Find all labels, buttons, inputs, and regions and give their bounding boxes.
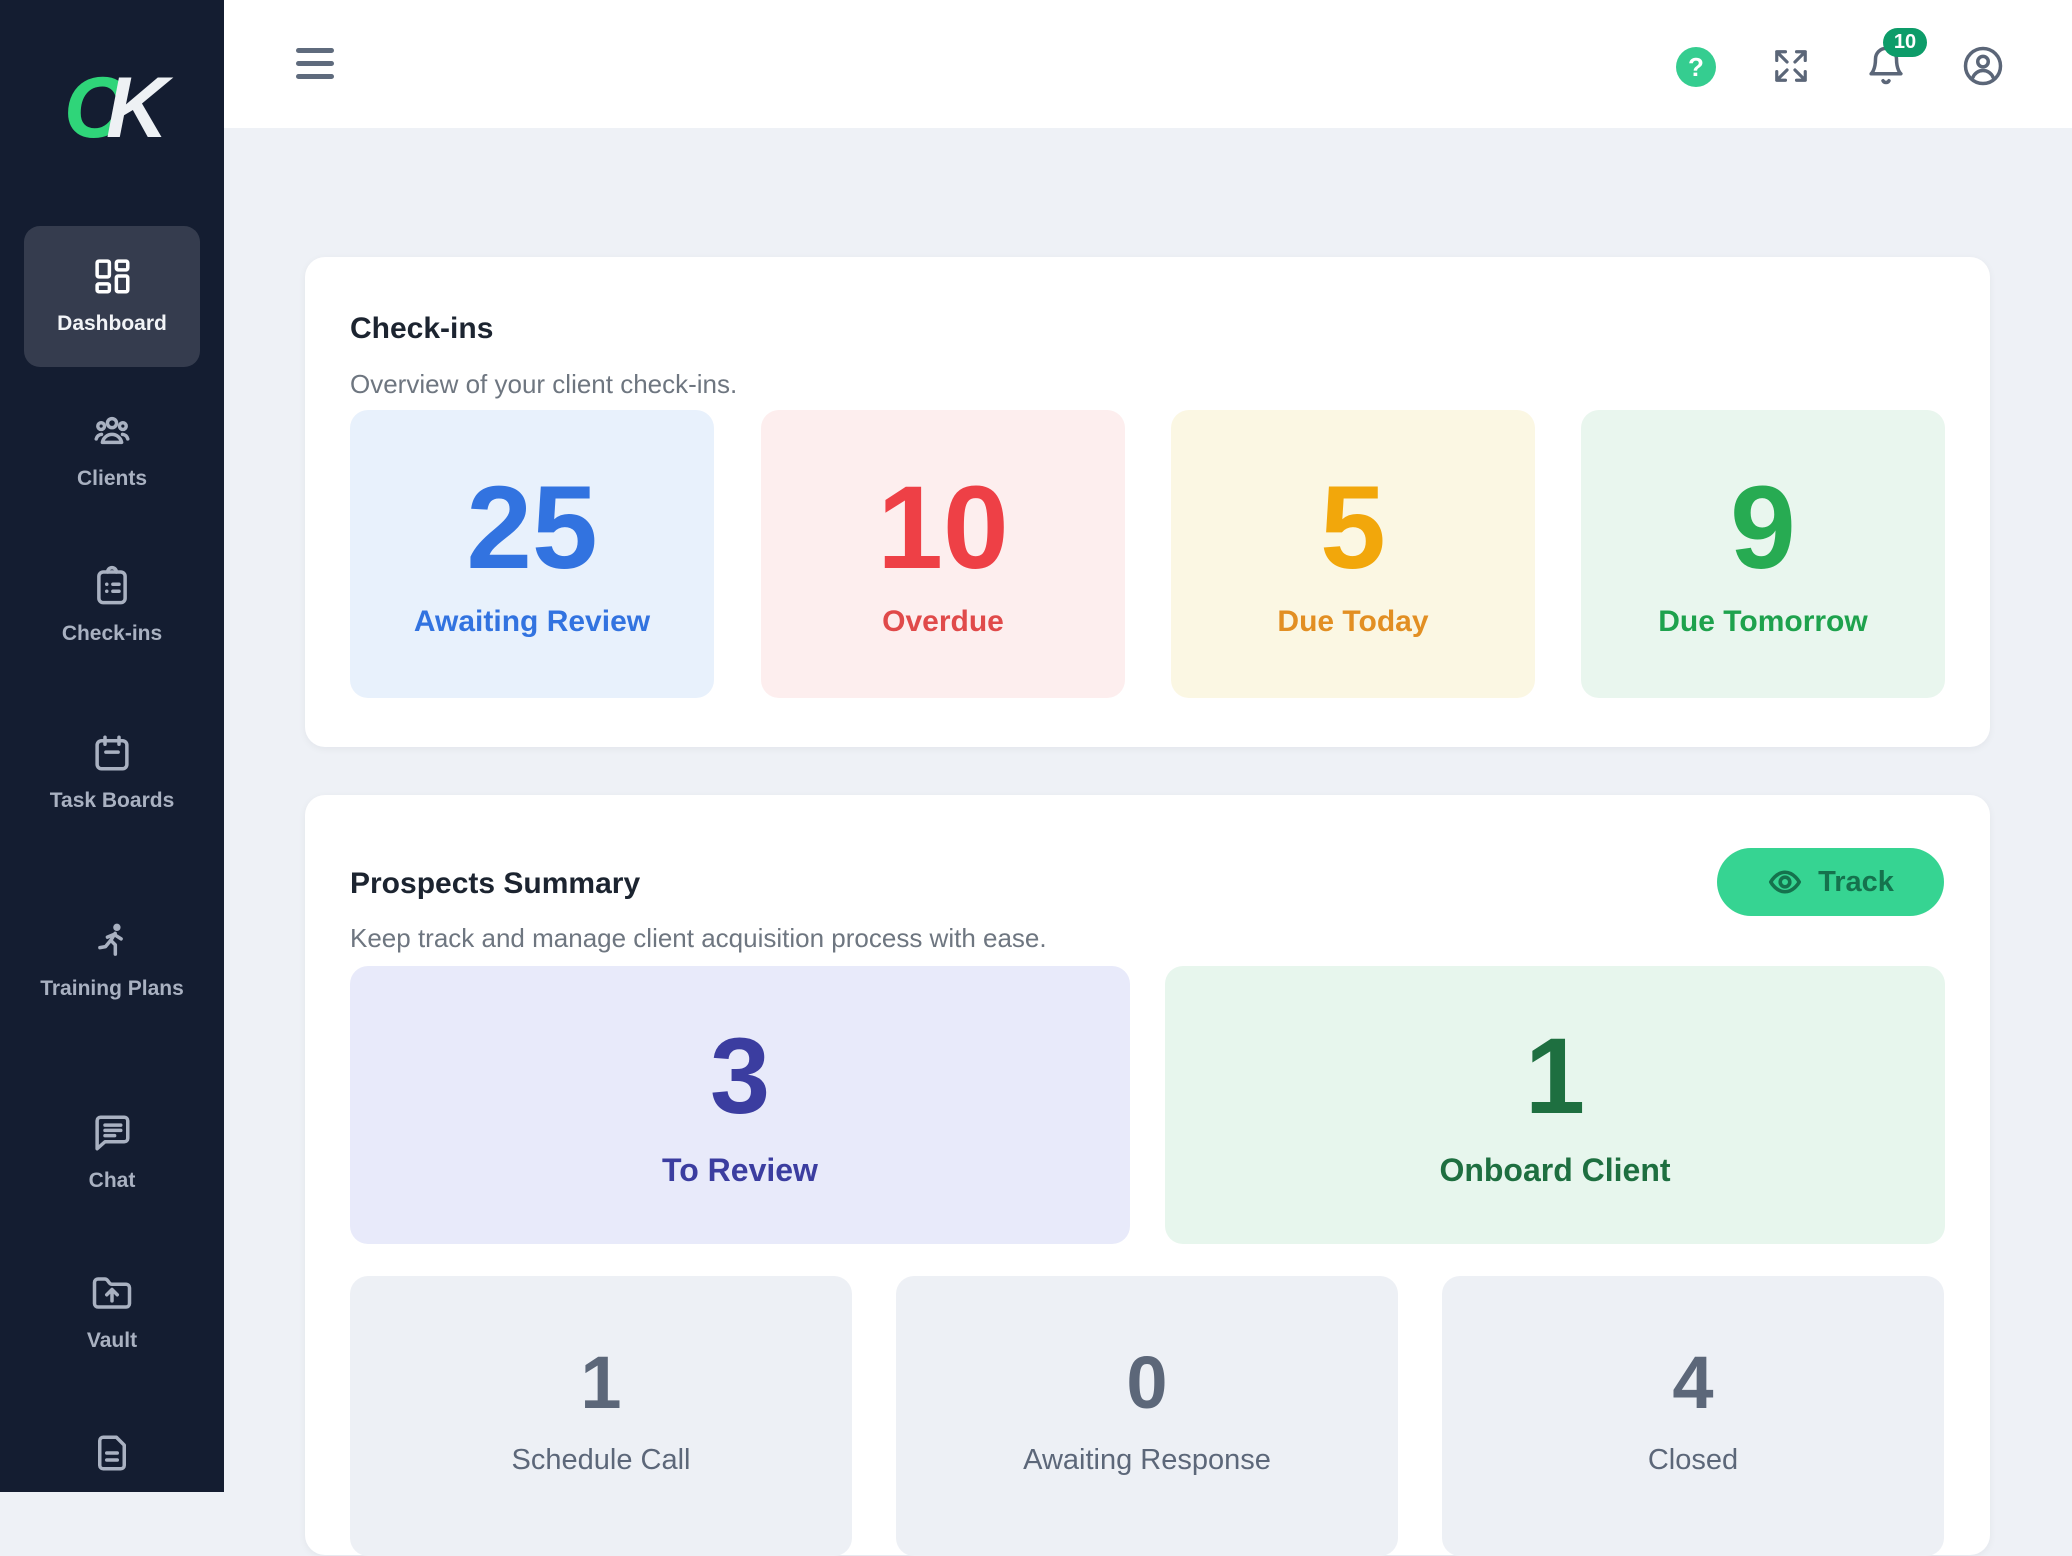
eye-icon	[1767, 864, 1803, 900]
stat-label: To Review	[662, 1152, 818, 1189]
prospect-tile-awaiting-response[interactable]: 0 Awaiting Response	[896, 1276, 1398, 1556]
prospect-tile-onboard-client[interactable]: 1 Onboard Client	[1165, 966, 1945, 1244]
sidebar-item-training-plans[interactable]: Training Plans	[0, 920, 224, 1002]
stat-value: 9	[1730, 469, 1796, 587]
help-glyph: ?	[1688, 52, 1704, 83]
sidebar-item-clients[interactable]: Clients	[0, 410, 224, 492]
sidebar-item-label: Dashboard	[37, 310, 187, 337]
stat-label: Overdue	[882, 605, 1004, 639]
prospect-tile-to-review[interactable]: 3 To Review	[350, 966, 1130, 1244]
sidebar-item-documents[interactable]	[0, 1432, 224, 1474]
prospect-tile-schedule-call[interactable]: 1 Schedule Call	[350, 1276, 852, 1556]
sidebar-item-dashboard[interactable]: Dashboard	[24, 226, 200, 367]
stat-label: Awaiting Review	[414, 605, 650, 639]
track-button-label: Track	[1818, 866, 1894, 899]
sidebar-item-task-boards[interactable]: Task Boards	[0, 732, 224, 814]
sidebar-item-label: Chat	[37, 1167, 187, 1194]
notification-count-badge: 10	[1883, 28, 1927, 57]
document-icon	[91, 1432, 133, 1474]
help-icon[interactable]: ?	[1676, 47, 1716, 87]
stat-label: Closed	[1648, 1444, 1738, 1477]
folder-upload-icon	[91, 1272, 133, 1314]
sidebar-item-label: Check-ins	[37, 620, 187, 647]
stat-tile-awaiting-review[interactable]: 25 Awaiting Review	[350, 410, 714, 698]
track-button[interactable]: Track	[1717, 848, 1944, 916]
stat-tile-due-tomorrow[interactable]: 9 Due Tomorrow	[1581, 410, 1945, 698]
sidebar-item-label: Task Boards	[37, 787, 187, 814]
checkins-card: Check-ins Overview of your client check-…	[305, 257, 1990, 747]
sidebar-item-label: Training Plans	[37, 975, 187, 1002]
stat-value: 1	[580, 1346, 621, 1420]
stat-label: Due Today	[1277, 605, 1428, 639]
stat-label: Due Tomorrow	[1658, 605, 1867, 639]
app-logo[interactable]: CK	[0, 48, 224, 168]
stat-tile-overdue[interactable]: 10 Overdue	[761, 410, 1125, 698]
sidebar: CK Dashboard Clients Check-ins	[0, 0, 224, 1492]
prospects-title: Prospects Summary	[350, 867, 640, 901]
clipboard-list-icon	[91, 565, 133, 607]
sidebar-item-checkins[interactable]: Check-ins	[0, 565, 224, 647]
user-avatar-icon[interactable]	[1962, 45, 2004, 87]
hamburger-menu-icon[interactable]	[296, 48, 334, 80]
stat-label: Onboard Client	[1439, 1152, 1670, 1189]
stat-value: 0	[1126, 1346, 1167, 1420]
stat-label: Schedule Call	[512, 1444, 691, 1477]
dashboard-grid-icon	[91, 255, 133, 297]
stat-value: 3	[710, 1022, 770, 1130]
checkins-title: Check-ins	[350, 312, 493, 346]
calendar-icon	[91, 732, 133, 774]
stat-value: 25	[466, 469, 597, 587]
prospects-subtitle: Keep track and manage client acquisition…	[350, 923, 1047, 954]
people-group-icon	[91, 410, 133, 452]
stat-value: 4	[1672, 1346, 1713, 1420]
runner-icon	[91, 920, 133, 962]
stat-value: 10	[877, 469, 1008, 587]
stat-value: 1	[1525, 1022, 1585, 1130]
logo-letter-k: K	[106, 59, 160, 158]
fullscreen-icon[interactable]	[1772, 47, 1810, 85]
prospect-tile-closed[interactable]: 4 Closed	[1442, 1276, 1944, 1556]
stat-value: 5	[1320, 469, 1386, 587]
checkins-subtitle: Overview of your client check-ins.	[350, 369, 737, 400]
stat-label: Awaiting Response	[1023, 1444, 1271, 1477]
sidebar-item-label: Clients	[37, 465, 187, 492]
stat-tile-due-today[interactable]: 5 Due Today	[1171, 410, 1535, 698]
sidebar-item-vault[interactable]: Vault	[0, 1272, 224, 1354]
prospects-card: Prospects Summary Keep track and manage …	[305, 795, 1990, 1555]
topbar: ? 10	[224, 0, 2072, 128]
chat-bubble-icon	[91, 1112, 133, 1154]
sidebar-item-label: Vault	[37, 1327, 187, 1354]
sidebar-item-chat[interactable]: Chat	[0, 1112, 224, 1194]
